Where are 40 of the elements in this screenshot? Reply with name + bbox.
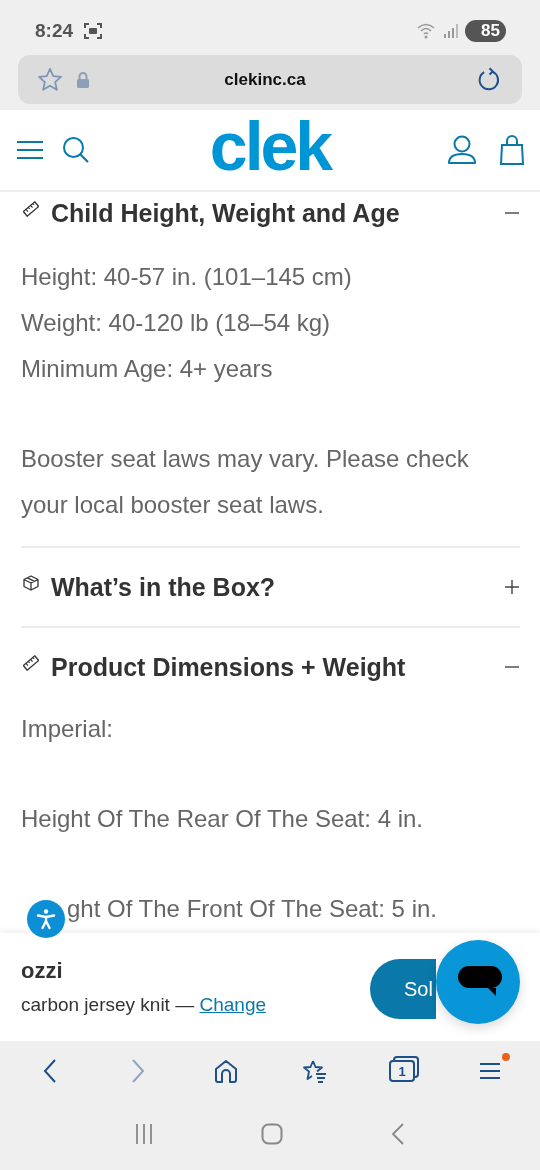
battery-indicator: 85 <box>465 19 506 42</box>
signal-icon <box>443 23 460 38</box>
body-text: ght Of The Front Of The Seat: 5 in. <box>67 894 438 924</box>
accordion-header[interactable]: Child Height, Weight and Age <box>21 192 520 234</box>
sold-out-button[interactable]: Sol <box>370 959 436 1019</box>
search-icon[interactable] <box>62 136 90 164</box>
url-text: clekinc.ca <box>224 69 306 90</box>
body-text: Height: 40-57 in. (101–145 cm) <box>21 262 353 292</box>
shopping-bag-icon[interactable] <box>500 135 524 165</box>
body-text: Weight: 40-120 lb (18–54 kg) <box>21 308 332 338</box>
change-link[interactable]: Change <box>199 994 267 1016</box>
accessibility-icon <box>34 907 58 931</box>
body-text: Imperial: <box>21 714 115 744</box>
address-bar[interactable]: clekinc.ca <box>18 55 522 104</box>
box-icon <box>23 575 39 591</box>
body-text: Height Of The Rear Of The Seat: 4 in. <box>21 804 424 834</box>
star-icon[interactable] <box>36 65 64 94</box>
home-button-icon[interactable] <box>261 1122 283 1145</box>
accordion-header[interactable]: Product Dimensions + Weight <box>21 628 520 706</box>
reload-icon[interactable] <box>476 66 502 93</box>
clock-time: 8:24 <box>35 19 74 42</box>
ruler-icon <box>23 201 39 217</box>
home-icon[interactable] <box>214 1059 238 1083</box>
expand-icon[interactable] <box>504 579 520 595</box>
ruler-icon <box>23 655 39 671</box>
chat-bubble-icon <box>458 966 502 998</box>
menu-icon[interactable] <box>16 138 44 162</box>
accordion-header[interactable]: What’s in the Box? <box>21 548 520 626</box>
user-icon[interactable] <box>448 135 476 165</box>
product-name: ozzi <box>21 958 64 984</box>
lock-icon <box>76 70 90 89</box>
recent-apps-icon[interactable] <box>133 1122 154 1145</box>
bookmarks-icon[interactable] <box>301 1059 327 1083</box>
back-icon[interactable] <box>42 1058 58 1084</box>
accessibility-button[interactable] <box>27 900 65 938</box>
body-text: Minimum Age: 4+ years <box>21 354 274 384</box>
variant-text: carbon jersey knit — <box>21 994 196 1016</box>
back-button-icon[interactable] <box>390 1121 407 1146</box>
body-text: Booster seat laws may vary. Please check your local booster seat laws. <box>21 444 470 520</box>
screenshot-icon <box>83 21 104 40</box>
